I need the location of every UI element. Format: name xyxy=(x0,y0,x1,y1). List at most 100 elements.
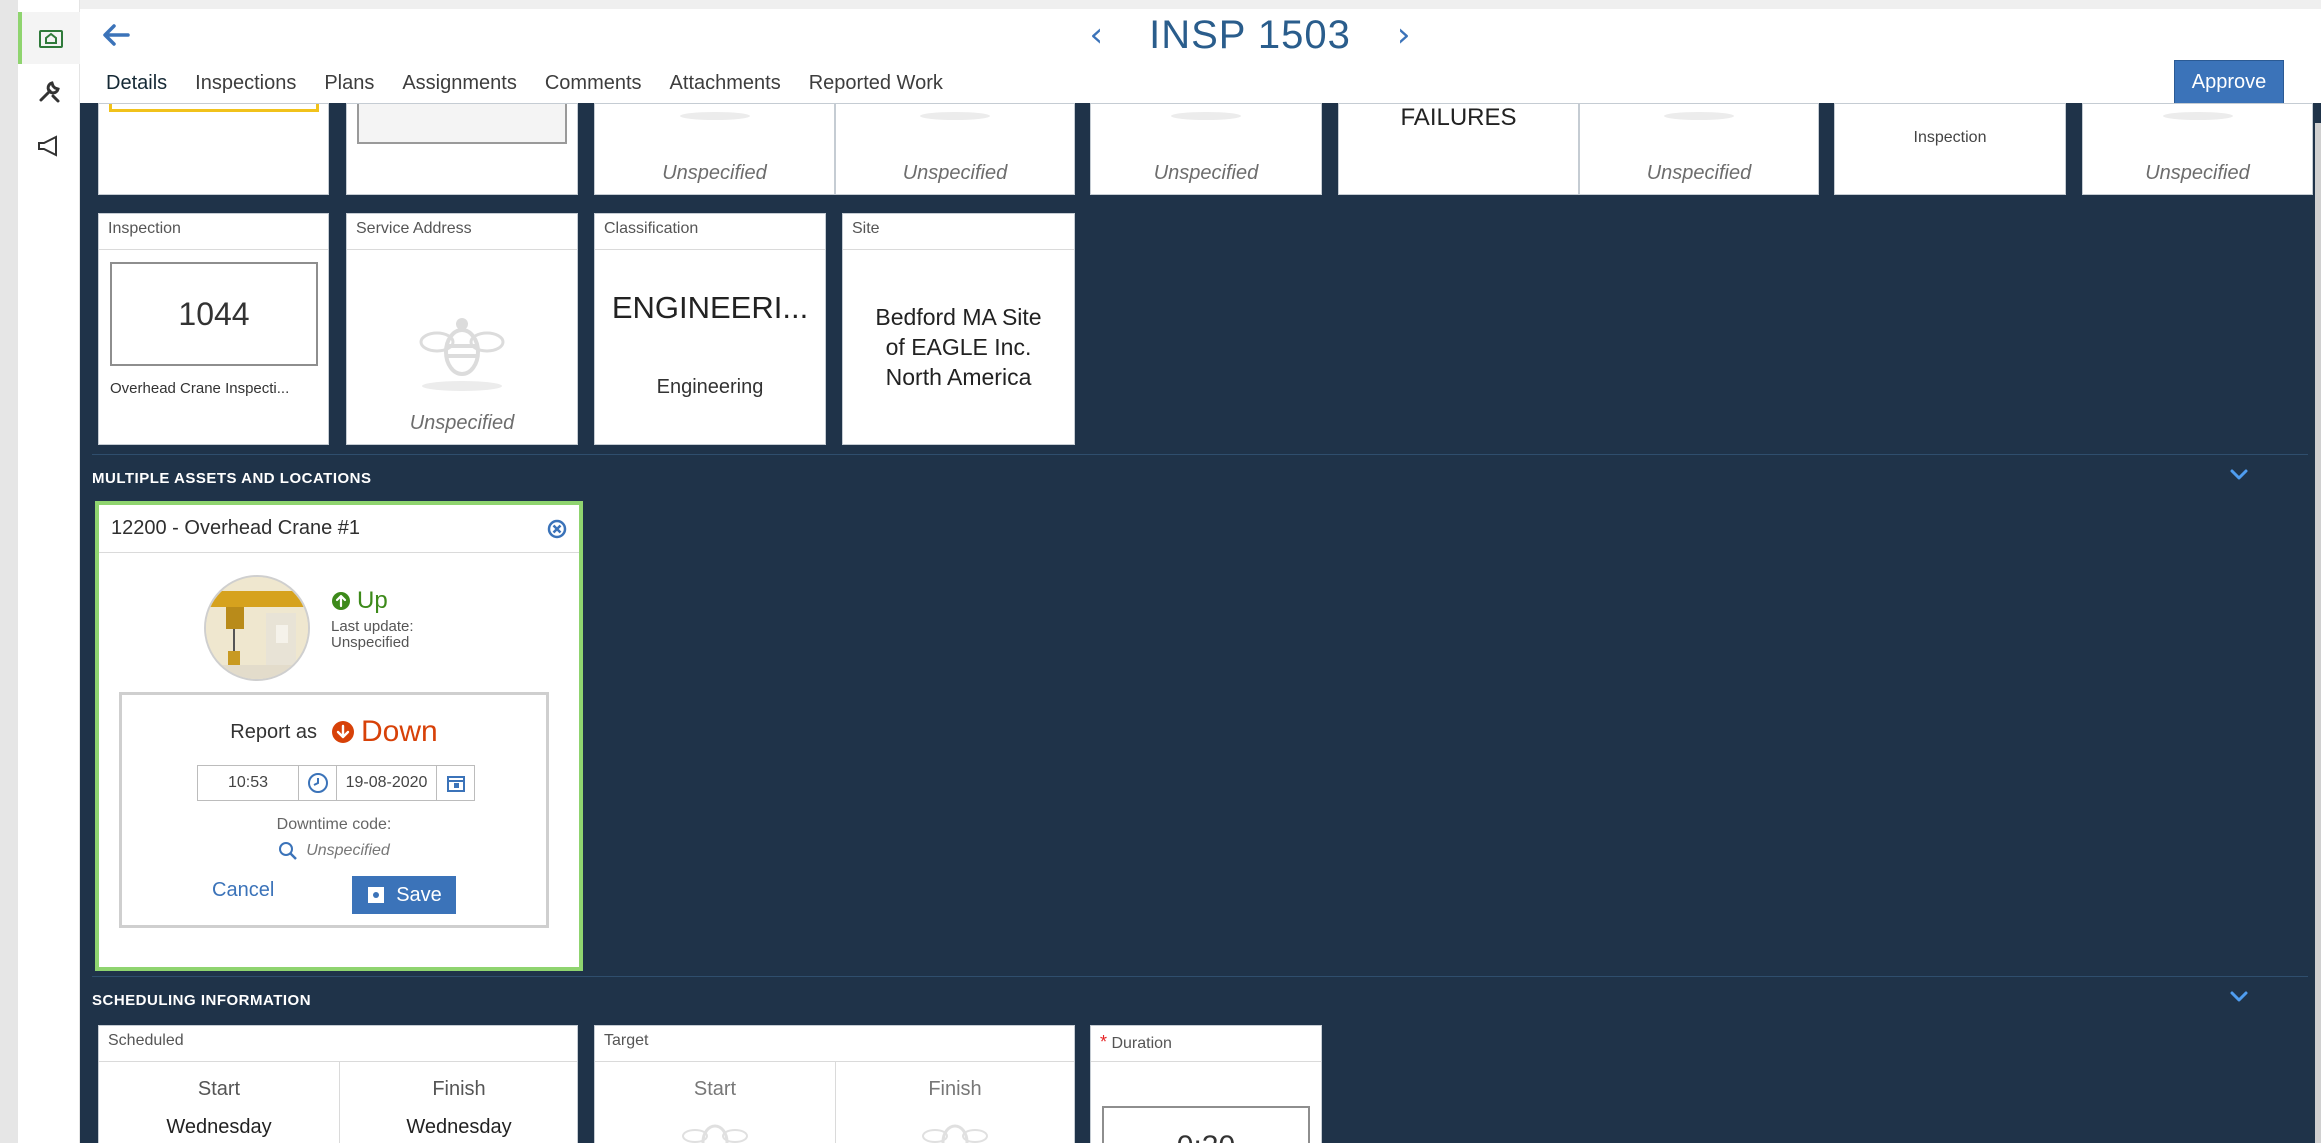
tab-details[interactable]: Details xyxy=(92,63,182,107)
close-icon[interactable] xyxy=(547,519,567,539)
report-status-form: Report as Down 10:53 19-08-2020 Downtime… xyxy=(119,692,549,928)
placeholder-bee-icon xyxy=(347,302,577,392)
calendar-icon xyxy=(446,776,465,792)
placeholder-shadow xyxy=(679,112,750,120)
home-icon xyxy=(39,30,63,48)
tab-reported-work[interactable]: Reported Work xyxy=(795,63,957,107)
service-address-tile[interactable]: Service Address Unspecified xyxy=(346,213,578,445)
tab-plans[interactable]: Plans xyxy=(310,63,388,107)
arrow-left-icon xyxy=(103,24,130,46)
top-tile-7[interactable]: Unspecified xyxy=(1579,103,1819,195)
site-tile[interactable]: Site Bedford MA Site of EAGLE Inc. North… xyxy=(842,213,1075,445)
record-title: INSP 1503 xyxy=(1149,12,1351,57)
tile-value: Unspecified xyxy=(662,162,767,184)
nav-tools-button[interactable] xyxy=(18,66,80,118)
tile-label: Duration xyxy=(1111,1035,1172,1052)
duration-input[interactable]: 0:30 xyxy=(1102,1106,1310,1143)
tile-value: Unspecified xyxy=(1646,162,1752,184)
left-rail xyxy=(0,0,18,1143)
placeholder-shadow xyxy=(1664,112,1734,120)
tile-label: Inspection xyxy=(99,214,328,250)
top-tile-2[interactable] xyxy=(346,103,578,195)
placeholder-bee-icon xyxy=(835,1116,1075,1143)
site-value: Bedford MA Site of EAGLE Inc. North Amer… xyxy=(843,302,1074,392)
save-label: Save xyxy=(396,883,442,906)
start-value: Wednesday xyxy=(166,1116,272,1138)
top-tile-8[interactable]: Inspection xyxy=(1834,103,2066,195)
finish-label: Finish xyxy=(432,1078,486,1100)
clock-button[interactable] xyxy=(299,765,337,801)
scheduled-tile[interactable]: Scheduled Start Finish Wednesday Wednesd… xyxy=(98,1025,578,1143)
nav-home-button[interactable] xyxy=(18,12,80,64)
inspection-tile[interactable]: Inspection 1044 Overhead Crane Inspecti.… xyxy=(98,213,329,445)
finish-value: Wednesday xyxy=(406,1116,512,1138)
top-tile-4[interactable]: Unspecified xyxy=(835,103,1075,195)
tab-comments[interactable]: Comments xyxy=(531,63,656,107)
placeholder-shadow xyxy=(2162,112,2233,120)
report-as-label: Report as xyxy=(230,720,317,743)
arrow-down-icon xyxy=(332,721,354,743)
inspection-value: 1044 xyxy=(110,262,318,366)
asset-status: Up xyxy=(331,587,388,615)
section-divider xyxy=(92,976,2308,977)
site-line: of EAGLE Inc. xyxy=(885,334,1032,360)
tile-label: Scheduled xyxy=(99,1026,577,1062)
save-icon xyxy=(368,887,385,903)
placeholder-shadow xyxy=(920,112,990,120)
duration-tile[interactable]: * Duration 0:30 xyxy=(1090,1025,1322,1143)
chevron-down-icon[interactable] xyxy=(2227,463,2251,487)
duration-header: * Duration xyxy=(1091,1026,1321,1062)
cancel-button[interactable]: Cancel xyxy=(212,879,274,902)
chevron-down-icon[interactable] xyxy=(2227,985,2251,1009)
downtime-code-label: Downtime code: xyxy=(276,816,392,833)
top-tile-9[interactable]: Unspecified xyxy=(2082,103,2313,195)
record-title-bar: ‹ INSP 1503 › xyxy=(1020,9,1480,61)
classification-tile[interactable]: Classification ENGINEERI... Engineering xyxy=(594,213,826,445)
tab-attachments[interactable]: Attachments xyxy=(656,63,795,107)
search-icon xyxy=(279,842,298,860)
wrench-icon xyxy=(39,81,60,103)
top-tile-6[interactable]: FAILURES xyxy=(1338,103,1579,195)
calendar-button[interactable] xyxy=(437,765,475,801)
save-button[interactable]: Save xyxy=(352,876,456,914)
classification-caption: Engineering xyxy=(656,376,764,398)
report-status: Down xyxy=(331,715,438,749)
megaphone-icon xyxy=(38,135,57,157)
time-input[interactable]: 10:53 xyxy=(197,765,299,801)
date-input[interactable]: 19-08-2020 xyxy=(337,765,437,801)
scrollbar[interactable] xyxy=(2315,123,2321,1143)
downtime-code-lookup[interactable]: Unspecified xyxy=(122,841,546,861)
site-line: Bedford MA Site xyxy=(875,304,1042,330)
asset-photo xyxy=(204,575,310,681)
placeholder-shadow xyxy=(1171,112,1241,120)
target-tile[interactable]: Target Start Finish xyxy=(594,1025,1075,1143)
record-header: ‹ INSP 1503 › Details Inspections Plans … xyxy=(80,0,2321,107)
scheduling-section-title: SCHEDULING INFORMATION xyxy=(92,992,312,1009)
site-line: North America xyxy=(885,364,1032,390)
asset-card-header: 12200 - Overhead Crane #1 xyxy=(99,505,579,553)
top-tile-3[interactable]: Unspecified xyxy=(594,103,835,195)
placeholder-bee-icon xyxy=(595,1116,835,1143)
inspection-caption: Overhead Crane Inspecti... xyxy=(110,380,290,397)
start-label: Start xyxy=(693,1078,737,1100)
nav-announce-button[interactable] xyxy=(18,120,80,172)
asset-status-label: Up xyxy=(357,587,388,614)
side-navigation xyxy=(18,0,80,1143)
tile-value: Unspecified xyxy=(2145,162,2250,184)
clock-icon xyxy=(307,773,328,793)
classification-value: ENGINEERI... xyxy=(611,290,809,325)
next-record-chevron-icon[interactable]: › xyxy=(1397,18,1411,52)
last-update-label: Last update: xyxy=(331,618,414,635)
highlight-frame xyxy=(109,104,319,112)
asset-card[interactable]: 12200 - Overhead Crane #1 Up Last update… xyxy=(95,501,583,971)
tab-assignments[interactable]: Assignments xyxy=(388,63,531,107)
assets-section-title: MULTIPLE ASSETS AND LOCATIONS xyxy=(92,470,372,487)
tab-inspections[interactable]: Inspections xyxy=(181,63,310,107)
back-button[interactable] xyxy=(96,15,136,55)
top-tile-1[interactable] xyxy=(98,103,329,195)
asset-name: 12200 - Overhead Crane #1 xyxy=(111,517,361,539)
previous-record-chevron-icon[interactable]: ‹ xyxy=(1090,18,1104,52)
top-tile-5[interactable]: Unspecified xyxy=(1090,103,1322,195)
approve-button[interactable]: Approve xyxy=(2174,60,2284,104)
tile-label: Classification xyxy=(595,214,825,250)
